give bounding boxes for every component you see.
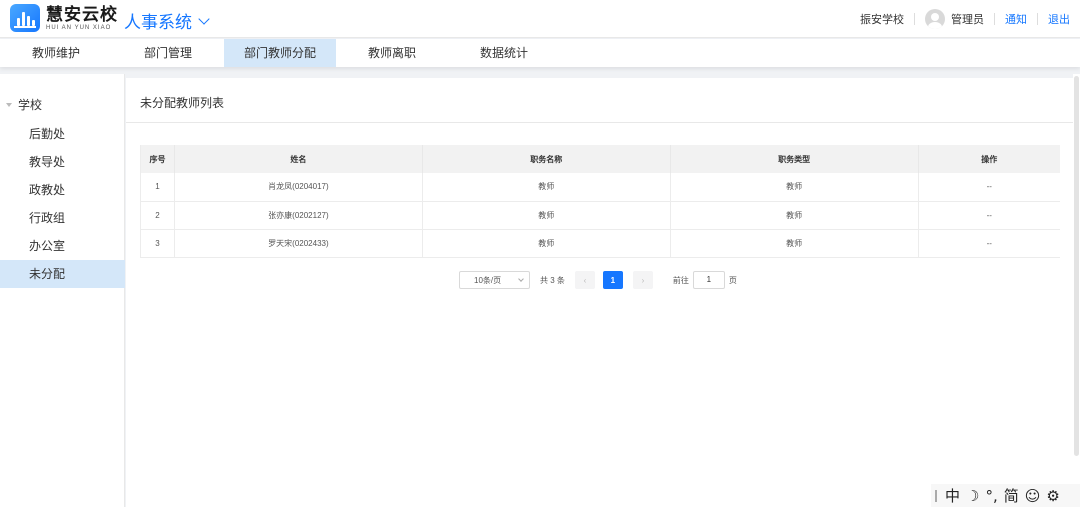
cell-type: 教师 bbox=[670, 201, 919, 230]
divider bbox=[914, 13, 915, 25]
tree-item-political[interactable]: 政教处 bbox=[0, 176, 125, 204]
tree-item-academic[interactable]: 教导处 bbox=[0, 148, 125, 176]
vertical-scrollbar[interactable] bbox=[1073, 74, 1080, 507]
top-tabs: 教师维护 部门管理 部门教师分配 教师离职 数据统计 bbox=[0, 39, 1080, 67]
ime-mode-button[interactable]: 中 bbox=[945, 485, 960, 506]
goto-page-input[interactable]: 1 bbox=[692, 271, 725, 289]
column-header-operation: 操作 bbox=[918, 145, 1060, 173]
main-panel: 未分配教师列表 序号 姓名 职务名称 职务类型 操作 1 肖龙凤(0204017… bbox=[126, 78, 1073, 507]
tab-department-management[interactable]: 部门管理 bbox=[112, 39, 224, 67]
table-header-row: 序号 姓名 职务名称 职务类型 操作 bbox=[140, 145, 1060, 173]
column-header-title: 职务名称 bbox=[422, 145, 671, 173]
tree-item-unassigned[interactable]: 未分配 bbox=[0, 260, 125, 288]
chevron-down-icon bbox=[518, 276, 524, 282]
page-number-current[interactable]: 1 bbox=[602, 271, 623, 289]
pagination: 10条/页 共 3 条 ‹ 1 › 前往 1 页 bbox=[459, 271, 737, 289]
table-row[interactable]: 3 罗天宋(0202433) 教师 教师 -- bbox=[140, 229, 1060, 258]
cell-name: 肖龙凤(0204017) bbox=[174, 173, 423, 202]
emoji-icon[interactable]: ☺ bbox=[1025, 487, 1041, 505]
unassigned-teacher-table: 序号 姓名 职务名称 职务类型 操作 1 肖龙凤(0204017) 教师 教师 … bbox=[140, 145, 1060, 258]
tab-teacher-resignation[interactable]: 教师离职 bbox=[336, 39, 448, 67]
chevron-down-icon bbox=[198, 12, 210, 25]
drag-handle-icon[interactable] bbox=[935, 489, 937, 502]
tab-statistics[interactable]: 数据统计 bbox=[448, 39, 560, 67]
prev-page-button[interactable]: ‹ bbox=[574, 271, 595, 289]
logo-text-en: HUI AN YUN XIAO bbox=[46, 24, 112, 31]
cell-type: 教师 bbox=[670, 173, 919, 202]
divider bbox=[994, 13, 995, 25]
cell-operation: -- bbox=[918, 201, 1060, 230]
top-header: 慧安云校 HUI AN YUN XIAO 人事系统 振安学校 管理员 通知 退出 bbox=[0, 0, 1080, 38]
tree-item-office[interactable]: 办公室 bbox=[0, 232, 125, 260]
cell-operation: -- bbox=[918, 173, 1060, 202]
cell-title: 教师 bbox=[422, 201, 671, 230]
goto-label: 前往 bbox=[672, 275, 689, 285]
tab-department-teacher-assignment[interactable]: 部门教师分配 bbox=[224, 39, 336, 67]
tree-root-school[interactable]: 学校 bbox=[6, 96, 42, 113]
cell-title: 教师 bbox=[422, 229, 671, 258]
cell-name: 罗天宋(0202433) bbox=[174, 229, 423, 258]
user-name[interactable]: 管理员 bbox=[951, 11, 984, 27]
column-header-type: 职务类型 bbox=[670, 145, 919, 173]
punctuation-icon[interactable]: °, bbox=[985, 487, 997, 505]
system-switcher[interactable]: 人事系统 bbox=[124, 8, 210, 33]
tree-item-logistics[interactable]: 后勤处 bbox=[0, 120, 125, 148]
cell-operation: -- bbox=[918, 229, 1060, 258]
cell-no: 3 bbox=[140, 229, 175, 258]
school-name: 振安学校 bbox=[860, 14, 904, 26]
notify-link[interactable]: 通知 bbox=[1005, 11, 1027, 27]
column-header-name: 姓名 bbox=[174, 145, 423, 173]
table-row[interactable]: 1 肖龙凤(0204017) 教师 教师 -- bbox=[140, 173, 1060, 202]
page-size-select[interactable]: 10条/页 bbox=[459, 271, 530, 289]
logo-text-cn: 慧安云校 bbox=[46, 4, 118, 24]
total-count: 共 3 条 bbox=[540, 275, 565, 285]
system-title: 人事系统 bbox=[124, 13, 192, 32]
table-row[interactable]: 2 张亦康(0202127) 教师 教师 -- bbox=[140, 201, 1060, 230]
page-title: 未分配教师列表 bbox=[140, 96, 225, 110]
cell-title: 教师 bbox=[422, 173, 671, 202]
cell-type: 教师 bbox=[670, 229, 919, 258]
logo-icon bbox=[10, 4, 40, 32]
avatar[interactable] bbox=[925, 9, 945, 29]
tree-item-administration[interactable]: 行政组 bbox=[0, 204, 125, 232]
logout-link[interactable]: 退出 bbox=[1048, 11, 1070, 27]
tree-root-label: 学校 bbox=[18, 98, 43, 112]
cell-no: 1 bbox=[140, 173, 175, 202]
next-page-button[interactable]: › bbox=[632, 271, 653, 289]
department-tree: 学校 后勤处 教导处 政教处 行政组 办公室 未分配 bbox=[0, 74, 125, 507]
cell-no: 2 bbox=[140, 201, 175, 230]
page-unit-label: 页 bbox=[728, 275, 737, 285]
column-header-no: 序号 bbox=[140, 145, 175, 173]
page-size-value: 10条/页 bbox=[474, 275, 502, 285]
divider bbox=[1037, 13, 1038, 25]
settings-icon[interactable]: ⚙ bbox=[1046, 487, 1059, 505]
ime-toolbar: 中 ☽ °, 简 ☺ ⚙ bbox=[931, 484, 1080, 507]
tab-teacher-maintenance[interactable]: 教师维护 bbox=[0, 39, 112, 67]
moon-icon[interactable]: ☽ bbox=[966, 487, 979, 505]
scrollbar-thumb[interactable] bbox=[1074, 76, 1079, 456]
simplified-chinese-button[interactable]: 简 bbox=[1004, 485, 1019, 506]
divider bbox=[126, 122, 1073, 123]
cell-name: 张亦康(0202127) bbox=[174, 201, 423, 230]
logo[interactable]: 慧安云校 HUI AN YUN XIAO bbox=[10, 4, 118, 32]
caret-down-icon[interactable] bbox=[6, 102, 12, 107]
